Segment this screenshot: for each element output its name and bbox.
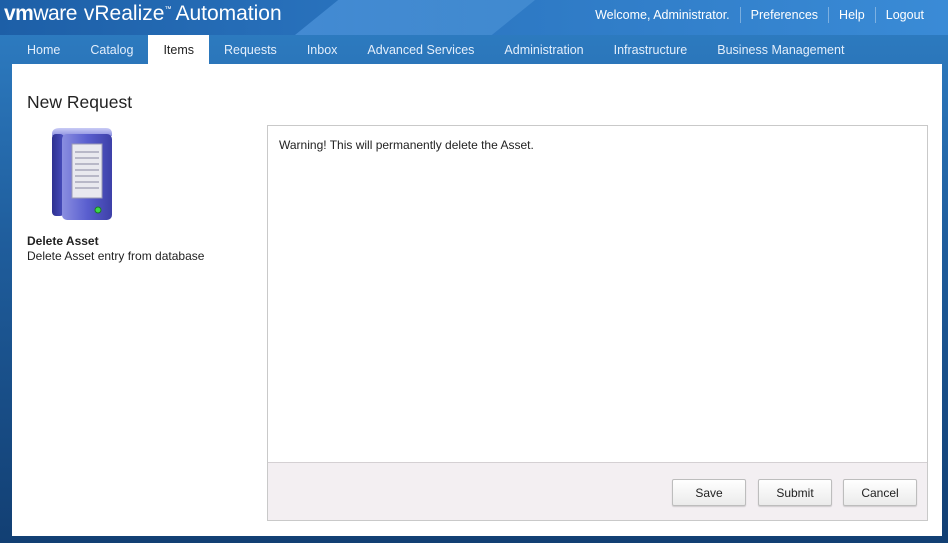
item-name: Delete Asset [27,234,99,248]
tab-items[interactable]: Items [148,35,209,64]
header-decoration [295,0,535,35]
warning-message: Warning! This will permanently delete th… [279,138,534,152]
tab-administration[interactable]: Administration [489,35,598,64]
logout-link[interactable]: Logout [876,8,934,22]
tab-requests[interactable]: Requests [209,35,292,64]
main-panel: New Request Delete Asset Delete Asset en… [12,64,942,536]
page-title: New Request [27,92,133,112]
tab-business-management[interactable]: Business Management [702,35,859,64]
preferences-link[interactable]: Preferences [741,8,828,22]
item-description: Delete Asset entry from database [27,249,205,263]
top-links: Welcome, Administrator. Preferences Help… [595,7,934,23]
cancel-button[interactable]: Cancel [843,479,917,506]
product-suffix: Automation [175,2,282,25]
vmware-logo: vm ware vRealize ™ Automation [4,2,282,30]
header-bar: vm ware vRealize ™ Automation Welcome, Adm… [0,0,948,35]
server-icon [52,128,112,220]
main-nav-tabs: Home Catalog Items Requests Inbox Advanc… [12,35,859,64]
save-button[interactable]: Save [672,479,746,506]
product-name: vRealize [83,2,165,25]
logo-ware: ware [33,2,77,25]
tab-infrastructure[interactable]: Infrastructure [599,35,703,64]
form-button-bar: Save Submit Cancel [268,462,927,520]
request-form: Warning! This will permanently delete th… [267,125,928,521]
trademark: ™ [164,6,172,13]
submit-button[interactable]: Submit [758,479,832,506]
tab-catalog[interactable]: Catalog [75,35,148,64]
welcome-text: Welcome, Administrator. [595,8,730,22]
tab-inbox[interactable]: Inbox [292,35,353,64]
help-link[interactable]: Help [829,8,875,22]
tab-advanced-services[interactable]: Advanced Services [352,35,489,64]
tab-home[interactable]: Home [12,35,75,64]
logo-vm: vm [4,2,34,25]
